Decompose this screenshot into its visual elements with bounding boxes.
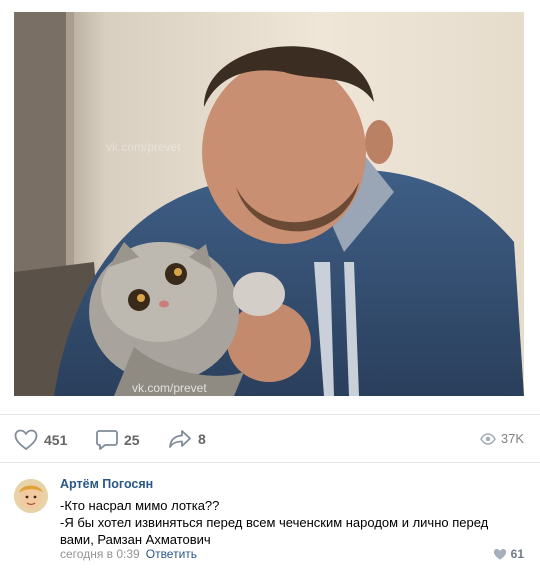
avatar-image [14, 479, 48, 513]
like-button[interactable]: 451 [14, 429, 67, 451]
post-photo[interactable]: vk.com/prevet vk.com/prevet [14, 12, 524, 396]
comment-meta: сегодня в 0:39 Ответить [60, 547, 197, 561]
watermark-top: vk.com/prevet [106, 140, 181, 154]
comment-item: Артём Погосян -Кто насрал мимо лотка?? -… [0, 462, 540, 568]
comment-icon [96, 430, 118, 450]
share-button[interactable]: 8 [168, 429, 206, 449]
comment-like-button[interactable]: 61 [493, 547, 524, 561]
comment-line-1: -Кто насрал мимо лотка?? [60, 498, 220, 513]
comment-line-2: -Я бы хотел извиняться перед всем чеченс… [60, 515, 489, 547]
comment-like-count: 61 [510, 547, 524, 561]
watermark-bottom: vk.com/prevet [132, 381, 207, 395]
share-icon [169, 430, 191, 448]
photo-illustration [14, 12, 524, 396]
comment-time[interactable]: сегодня в 0:39 [60, 547, 140, 561]
reply-button[interactable]: Ответить [146, 547, 197, 561]
comment-count: 25 [124, 432, 140, 448]
like-count: 451 [44, 432, 68, 448]
avatar[interactable] [14, 479, 48, 513]
comment-author[interactable]: Артём Погосян [60, 477, 153, 491]
post-actions: 451 25 8 37K [0, 414, 540, 459]
views-count: 37K [500, 431, 524, 446]
comment-text: -Кто насрал мимо лотка?? -Я бы хотел изв… [60, 497, 520, 548]
views-counter: 37K [480, 431, 524, 446]
heart-icon [14, 429, 38, 451]
heart-filled-icon [493, 548, 506, 560]
comment-button[interactable]: 25 [96, 429, 140, 451]
eye-icon [480, 432, 496, 445]
share-count: 8 [198, 431, 206, 447]
